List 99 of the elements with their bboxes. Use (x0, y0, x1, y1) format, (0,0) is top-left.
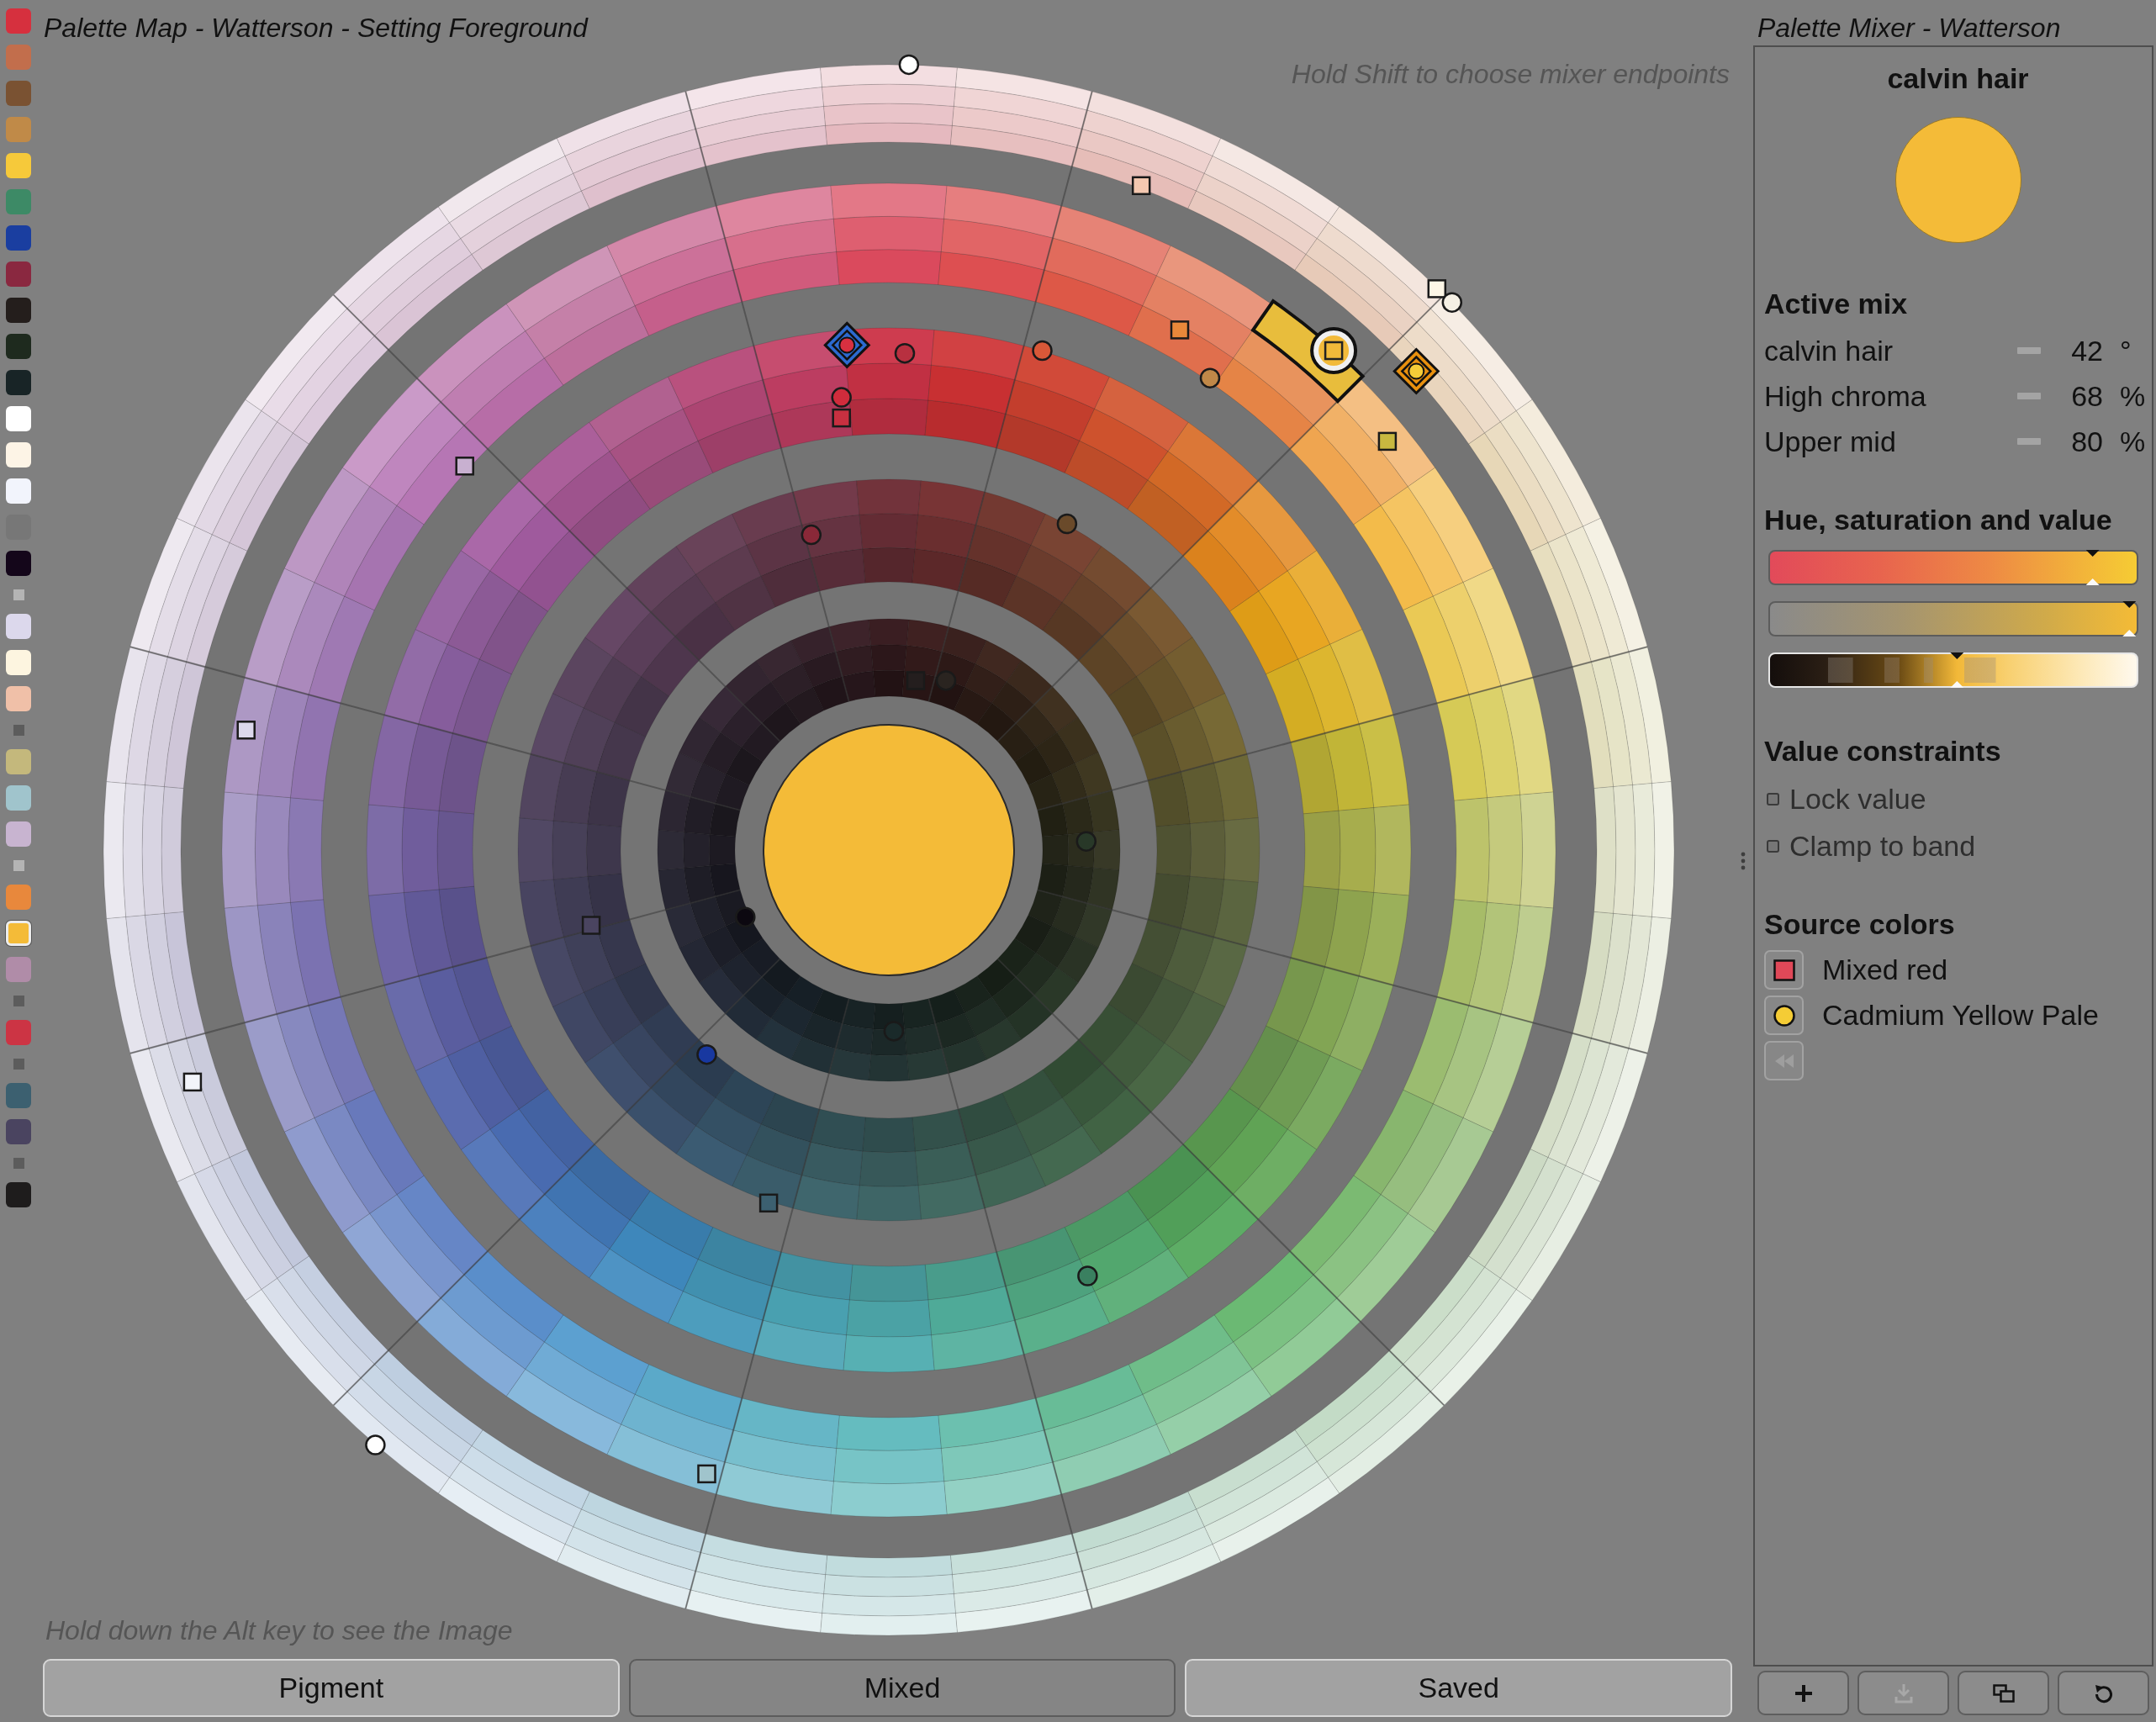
section-heading: Source colors (1764, 907, 1955, 941)
color-swatch[interactable] (6, 441, 31, 467)
slider-thumb[interactable] (1950, 651, 1964, 689)
unit-label: ° (2120, 334, 2132, 367)
saturation-slider[interactable] (1768, 601, 2138, 637)
dash-icon (2017, 438, 2041, 445)
hue-slider[interactable] (1768, 550, 2138, 585)
color-swatch[interactable] (6, 1118, 31, 1144)
square-marker-icon (697, 1464, 716, 1484)
square-marker-icon (1377, 431, 1398, 452)
source-color-button[interactable] (1764, 950, 1804, 990)
slider-thumb[interactable] (2122, 600, 2137, 638)
square-marker-icon (1427, 279, 1447, 298)
square-marker-icon (581, 916, 601, 935)
color-swatch[interactable] (6, 369, 31, 395)
color-swatch[interactable] (6, 613, 31, 639)
mix-value: 80 (2071, 425, 2103, 458)
circle-marker-icon (1056, 513, 1078, 535)
value-slider[interactable] (1768, 652, 2138, 688)
mix-label: calvin hair (1764, 334, 1894, 367)
color-swatch[interactable] (6, 224, 31, 251)
undo-button[interactable] (2058, 1671, 2149, 1715)
circle-marker-icon (1441, 292, 1463, 313)
palette-tab[interactable]: Mixed (628, 1659, 1176, 1717)
mix-label: Upper mid (1764, 425, 1896, 458)
color-swatch[interactable] (6, 784, 31, 811)
color-swatch[interactable] (6, 920, 31, 946)
color-swatch[interactable] (6, 80, 31, 106)
mix-label: High chroma (1764, 379, 1926, 413)
square-marker-icon (906, 671, 926, 690)
add-button[interactable] (1757, 1671, 1849, 1715)
square-marker-icon (236, 721, 256, 740)
windows-icon (1992, 1683, 2015, 1703)
dash-icon (2017, 393, 2041, 399)
mix-value: 68 (2071, 379, 2103, 413)
undo-icon (2093, 1682, 2114, 1704)
unit-label: % (2120, 425, 2146, 458)
palette-tab[interactable]: Pigment (43, 1659, 620, 1717)
color-swatch[interactable] (6, 333, 31, 359)
color-swatch[interactable] (6, 550, 31, 576)
color-swatch[interactable] (6, 478, 31, 504)
color-swatch[interactable] (6, 685, 31, 711)
source-color-button[interactable] (1764, 996, 1804, 1035)
circle-marker-icon (1077, 1265, 1098, 1286)
color-swatch[interactable] (6, 405, 31, 431)
circle-marker-icon (735, 906, 756, 927)
section-heading: Active mix (1764, 287, 1908, 320)
square-marker-icon (182, 1072, 203, 1092)
color-name: calvin hair (1887, 61, 2029, 95)
circle-marker-icon (365, 1434, 386, 1455)
circle-marker-icon (894, 342, 916, 364)
source-color-label: Cadmium Yellow Pale (1822, 999, 2099, 1032)
checkbox[interactable] (1767, 839, 1779, 853)
source-color-label: Mixed red (1822, 953, 1948, 986)
color-swatch[interactable] (6, 297, 31, 323)
color-swatch[interactable] (6, 152, 31, 178)
mix-value: 42 (2071, 334, 2103, 367)
selection-ring-icon (1310, 327, 1358, 374)
window-title: Palette Map - Watterson - Setting Foreground (44, 13, 588, 43)
option-label: Lock value (1789, 782, 1926, 816)
color-swatch[interactable] (6, 8, 31, 34)
palette-tab[interactable]: Saved (1185, 1659, 1732, 1717)
color-swatch[interactable] (6, 748, 31, 774)
color-swatch[interactable] (6, 884, 31, 910)
panel-title: Palette Mixer - Watterson (1757, 13, 2061, 43)
color-swatch[interactable] (6, 116, 31, 142)
splitter-handle-icon[interactable] (1741, 852, 1746, 870)
square-marker-icon (758, 1193, 779, 1213)
section-heading: Value constraints (1764, 734, 2001, 768)
color-swatch[interactable] (6, 1082, 31, 1108)
windows-button[interactable] (1958, 1671, 2049, 1715)
color-swatch[interactable] (6, 188, 31, 214)
color-swatch[interactable] (6, 1019, 31, 1045)
square-marker-icon (455, 457, 474, 476)
option-label: Clamp to band (1789, 829, 1976, 863)
diamond-marker-icon (1392, 347, 1440, 395)
circle-marker-icon (831, 387, 852, 408)
color-swatch[interactable] (6, 1181, 31, 1207)
color-swatch[interactable] (6, 261, 31, 287)
section-heading: Hue, saturation and value (1764, 503, 2112, 536)
download-icon (1894, 1682, 1913, 1704)
diamond-marker-icon (823, 321, 871, 369)
circle-marker-icon (696, 1043, 717, 1065)
color-swatch[interactable] (6, 649, 31, 675)
circle-marker-icon (801, 524, 822, 546)
circle-marker-icon (1032, 340, 1053, 362)
circle-marker-icon (898, 54, 920, 76)
plus-icon (1793, 1682, 1814, 1704)
color-swatch[interactable] (6, 44, 31, 70)
square-marker-icon (1131, 176, 1151, 196)
color-swatch[interactable] (6, 821, 31, 847)
circle-marker-icon (1075, 831, 1097, 852)
color-swatch[interactable] (6, 956, 31, 982)
unit-label: % (2120, 379, 2146, 413)
dash-icon (2017, 347, 2041, 354)
circle-marker-icon (1199, 367, 1221, 388)
checkbox[interactable] (1767, 792, 1779, 806)
square-marker-icon (832, 408, 851, 428)
square-marker-icon (1170, 320, 1190, 340)
